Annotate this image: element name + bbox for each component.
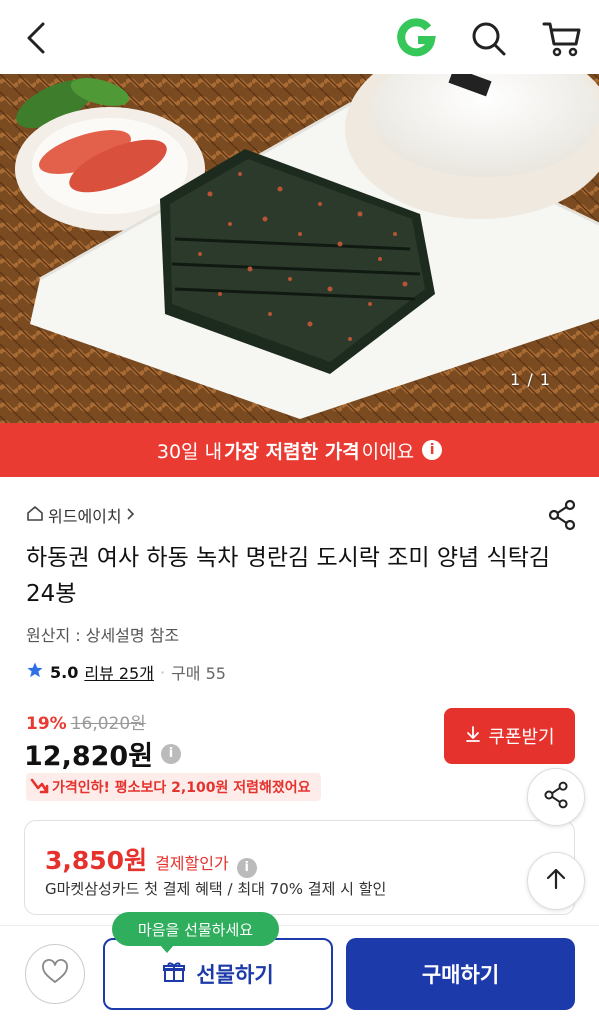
discount-row: 19% 16,020원	[26, 709, 146, 734]
sale-price-row: 12,820원 i	[24, 734, 182, 773]
coupon-button[interactable]: 쿠폰받기	[444, 708, 575, 764]
coupon-label: 쿠폰받기	[488, 727, 555, 748]
top-bar	[0, 0, 599, 74]
rating-row: 5.0 리뷰 25개 · 구매 55	[26, 660, 226, 684]
star-icon	[26, 661, 44, 683]
chevron-right-icon	[126, 506, 136, 525]
card-discount-offer[interactable]: 3,850원 결제할인가 i G마켓삼성카드 첫 결제 혜택 / 최대 70% …	[24, 820, 575, 915]
seller-link[interactable]: 위드에이치	[26, 503, 136, 527]
card-discount-label: 결제할인가	[155, 854, 229, 873]
price-cut-text: 가격인하! 평소보다 2,100원 저렴해졌어요	[52, 780, 311, 796]
cart-icon[interactable]	[540, 16, 584, 60]
search-icon[interactable]	[466, 16, 510, 60]
download-icon	[464, 725, 482, 748]
info-icon[interactable]: i	[422, 440, 443, 460]
card-discount-amount: 3,850원	[45, 846, 148, 875]
purchase-count: 구매 55	[171, 664, 226, 683]
seller-name: 위드에이치	[48, 507, 122, 526]
gift-tooltip: 마음을 선물하세요	[112, 912, 279, 953]
banner-highlight: 가장 저렴한 가격	[224, 440, 360, 463]
image-counter: 1 / 1	[510, 370, 551, 389]
lowest-price-banner[interactable]: 30일 내 가장 저렴한 가격 이에요 i	[0, 423, 599, 477]
origin-info: 원산지 : 상세설명 참조	[26, 626, 180, 645]
review-link[interactable]: 리뷰 25개	[84, 660, 154, 684]
heart-icon	[41, 959, 69, 989]
card-discount-description: G마켓삼성카드 첫 결제 혜택 / 최대 70% 결제 시 할인	[45, 880, 387, 898]
buy-button[interactable]: 구매하기	[346, 938, 575, 1010]
gift-label: 선물하기	[196, 963, 274, 987]
banner-prefix: 30일 내	[156, 440, 223, 463]
share-icon	[541, 780, 571, 814]
share-icon[interactable]	[545, 498, 579, 532]
info-icon[interactable]: i	[236, 858, 257, 878]
original-price: 16,020원	[70, 714, 146, 734]
gift-button[interactable]: 선물하기	[103, 938, 333, 1010]
floating-share-button[interactable]	[527, 768, 585, 826]
sale-price: 12,820원	[24, 741, 154, 772]
arrow-up-icon	[543, 866, 569, 896]
trend-down-icon	[30, 776, 50, 802]
banner-suffix: 이에요	[361, 440, 415, 463]
gift-icon	[162, 960, 186, 989]
info-icon[interactable]: i	[161, 743, 182, 764]
g-logo-icon[interactable]	[394, 16, 438, 60]
card-discount-price-row: 3,850원 결제할인가 i	[45, 841, 257, 878]
price-cut-badge: 가격인하! 평소보다 2,100원 저렴해졌어요	[26, 773, 321, 801]
home-icon	[26, 504, 44, 526]
scroll-top-button[interactable]	[527, 852, 585, 910]
wishlist-button[interactable]	[25, 944, 85, 1004]
rating-score: 5.0	[50, 662, 79, 682]
product-image[interactable]: 1 / 1	[0, 74, 599, 423]
separator: ·	[159, 662, 166, 682]
chevron-left-icon[interactable]	[18, 16, 58, 60]
product-title: 하동권 여사 하동 녹차 명란김 도시락 조미 양념 식탁김 24봉	[26, 545, 551, 607]
discount-percent: 19%	[26, 714, 67, 734]
